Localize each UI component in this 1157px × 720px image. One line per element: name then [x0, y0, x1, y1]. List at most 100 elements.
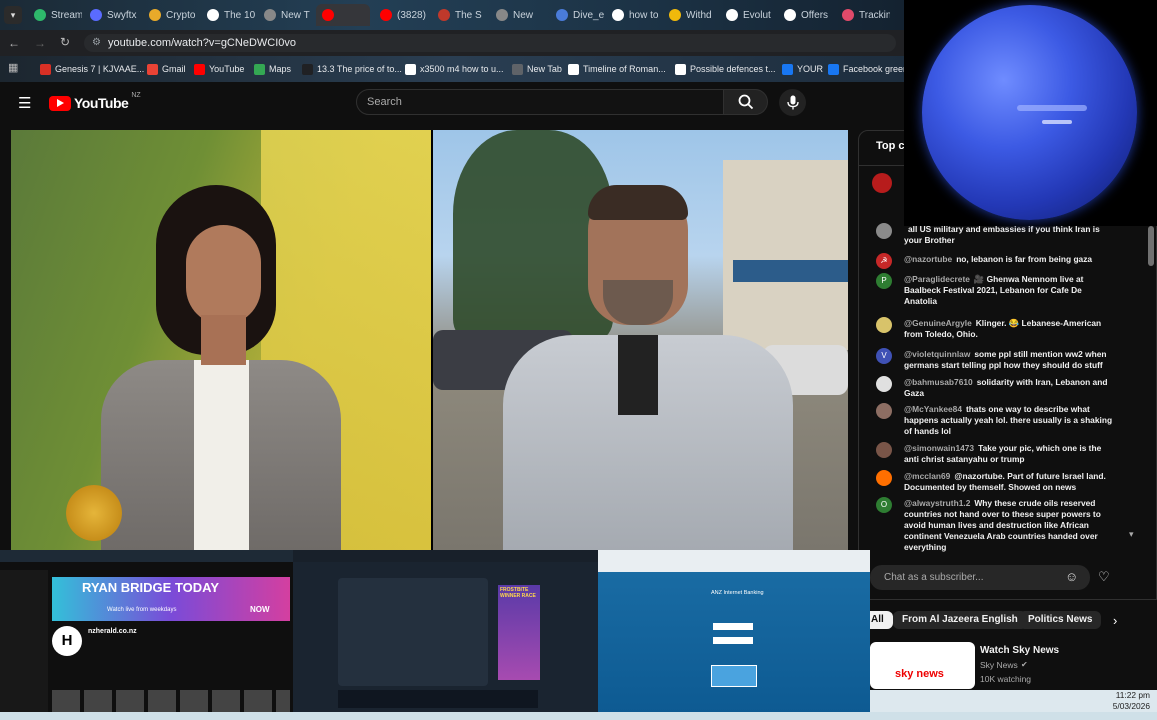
channel-name: nzherald.co.nz [88, 628, 137, 635]
chat-author[interactable]: @violetquinnlaw [904, 349, 970, 359]
chat-avatar[interactable] [876, 317, 892, 333]
chevron-right-icon[interactable]: › [1113, 613, 1117, 628]
chat-avatar[interactable] [876, 376, 892, 392]
voice-search-button[interactable] [779, 89, 806, 116]
tab-7[interactable]: The S [432, 4, 486, 26]
tab-9[interactable]: Dive_e [550, 4, 604, 26]
bookmark-favicon-icon [512, 63, 523, 75]
login-field[interactable] [713, 623, 753, 630]
casino-window-thumbnail[interactable]: FROSTBITE WINNER RACE [293, 550, 598, 715]
scroll-down-icon[interactable]: ▾ [1129, 529, 1137, 545]
chat-message: @nazortube no, lebanon is far from being … [904, 254, 1116, 265]
bookmark-favicon-icon [405, 63, 416, 75]
tab-12[interactable]: Evolut [720, 4, 774, 26]
bookmark-8[interactable]: Possible defences t... [675, 62, 776, 76]
tab-5[interactable] [316, 4, 370, 26]
bookmark-2[interactable]: YouTube [194, 62, 244, 76]
chat-input-box[interactable]: Chat as a subscriber... [870, 565, 1090, 590]
chat-avatar[interactable] [876, 442, 892, 458]
chat-avatar[interactable] [876, 470, 892, 486]
heart-icon[interactable]: ♡ [1098, 569, 1110, 585]
nzherald-window-thumbnail[interactable]: RYAN BRIDGE TODAY Watch live from weekda… [0, 550, 293, 715]
password-field[interactable] [713, 637, 753, 644]
related-video-channel[interactable]: Sky News [980, 660, 1018, 670]
url-bar[interactable]: ⚙ youtube.com/watch?v=gCNeDWCI0vo [84, 34, 896, 52]
tab-6[interactable]: (3828) [374, 4, 428, 26]
bookmark-10[interactable]: Facebook green [828, 62, 908, 76]
chat-author[interactable]: @bahmusab7610 [904, 377, 973, 387]
tab-11[interactable]: Withd [663, 4, 717, 26]
video-player[interactable] [11, 130, 848, 550]
chat-author[interactable]: @McYankee84 [904, 404, 962, 414]
nzherald-banner: RYAN BRIDGE TODAY Watch live from weekda… [52, 577, 290, 621]
bookmark-favicon-icon [568, 63, 579, 75]
emoji-icon[interactable]: ☺ [1065, 569, 1078, 584]
filter-chip[interactable]: From Al Jazeera English [893, 611, 1027, 629]
bookmark-1[interactable]: Gmail [147, 62, 186, 76]
chat-avatar[interactable]: ☭ [876, 253, 892, 269]
banking-window-thumbnail[interactable]: ANZ Internet Banking [598, 550, 870, 715]
bookmark-0[interactable]: Genesis 7 | KJVAAE... [40, 62, 144, 76]
chat-author[interactable]: @Paraglidecrete [904, 274, 970, 284]
chat-author[interactable]: @alwaystruth1.2 [904, 498, 970, 508]
site-info-icon[interactable]: ⚙ [92, 34, 101, 52]
tab-8[interactable]: New [490, 4, 544, 26]
region-code: NZ [131, 92, 141, 99]
chat-avatar[interactable]: O [876, 497, 892, 513]
tab-13[interactable]: Offers [778, 4, 832, 26]
bookmark-label: Facebook green [843, 64, 909, 74]
chat-header-title[interactable]: Top c [876, 140, 905, 152]
reload-icon[interactable]: ↻ [60, 35, 70, 49]
sky-news-logo: sky news [895, 668, 944, 680]
video-reporter-panel [433, 130, 848, 550]
tab-10[interactable]: how to [606, 4, 660, 26]
chat-author[interactable]: @simonwain1473 [904, 443, 974, 453]
login-title: ANZ Internet Banking [711, 590, 764, 596]
chat-scrollbar[interactable] [1148, 226, 1154, 266]
chat-avatar[interactable]: P [876, 273, 892, 289]
bookmark-7[interactable]: Timeline of Roman... [568, 62, 666, 76]
search-input[interactable]: Search [356, 89, 724, 115]
chevron-down-icon: ▾ [10, 10, 16, 20]
tab-4[interactable]: New T [258, 4, 312, 26]
tab-2[interactable]: Crypto [143, 4, 197, 26]
tab-favicon-icon [842, 9, 854, 21]
tab-14[interactable]: Trackin [836, 4, 890, 26]
bookmark-6[interactable]: New Tab [512, 62, 562, 76]
chat-author[interactable]: @GenuineArgyle [904, 318, 972, 328]
chat-author[interactable]: @nazortube [904, 254, 952, 264]
chat-avatar[interactable]: V [876, 348, 892, 364]
bookmark-4[interactable]: 13.3 The price of to... [302, 62, 402, 76]
bookmark-3[interactable]: Maps [254, 62, 291, 76]
apps-grid-icon[interactable]: ▦ [8, 61, 18, 74]
search-button[interactable] [723, 89, 768, 115]
menu-icon[interactable]: ☰ [18, 94, 31, 112]
clock-time: 11:22 pm [1115, 690, 1150, 700]
chat-message: all US military and embassies if you thi… [904, 224, 1116, 246]
security-badge [711, 665, 757, 687]
bookmark-9[interactable]: YOUR [782, 62, 823, 76]
neptune-overlay-image [904, 0, 1157, 226]
system-clock[interactable]: 11:22 pm 5/03/2026 [1090, 690, 1150, 712]
tab-1[interactable]: Swyftx [84, 4, 138, 26]
tab-3[interactable]: The 10 [201, 4, 255, 26]
chat-author[interactable]: @mcclan69 [904, 471, 950, 481]
related-video-title[interactable]: Watch Sky News [980, 645, 1059, 656]
back-icon[interactable]: ← [8, 36, 20, 50]
filter-chip[interactable]: Politics News [1019, 611, 1102, 629]
bookmark-favicon-icon [40, 63, 51, 75]
bookmark-favicon-icon [194, 63, 205, 75]
forward-icon[interactable]: → [34, 36, 46, 50]
chat-avatar[interactable] [876, 223, 892, 239]
chat-message: @violetquinnlaw some ppl still mention ww… [904, 349, 1116, 371]
youtube-logo[interactable]: YouTube NZ [49, 92, 141, 111]
tab-favicon-icon [612, 9, 624, 21]
bookmark-5[interactable]: x3500 m4 how to u... [405, 62, 504, 76]
chat-avatar[interactable] [876, 403, 892, 419]
related-video-thumbnail[interactable]: sky news [870, 642, 975, 689]
tab-label: The S [455, 9, 482, 21]
tab-favicon-icon [322, 9, 334, 21]
tab-search-button[interactable]: ▾ [4, 6, 22, 24]
tab-label: Dive_e [573, 9, 604, 21]
tab-0[interactable]: Stream [28, 4, 82, 26]
